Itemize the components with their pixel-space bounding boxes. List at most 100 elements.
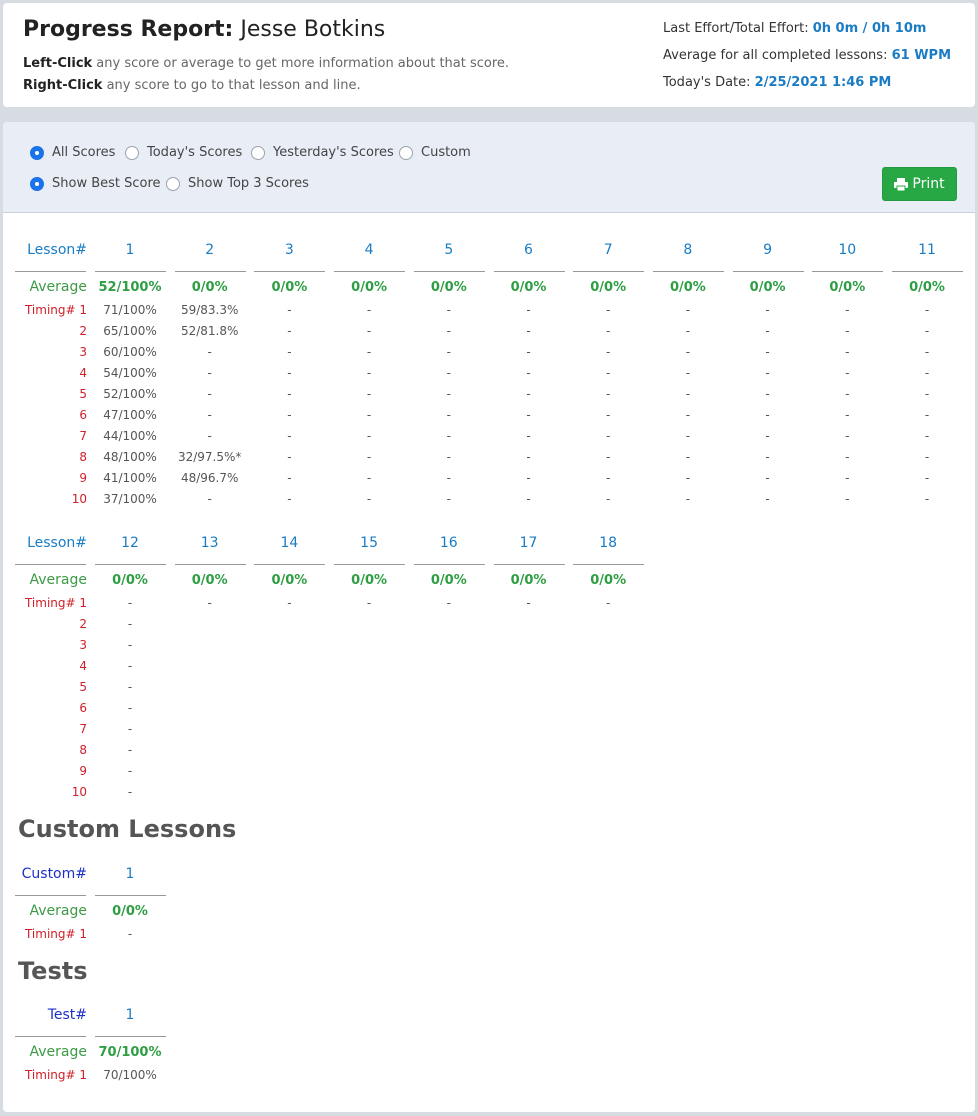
timing-score: - — [685, 408, 691, 422]
timing-score[interactable]: 32/97.5%* — [175, 450, 245, 464]
average-value[interactable]: 0/0% — [175, 280, 245, 295]
column-number[interactable]: 3 — [254, 242, 324, 258]
timing-score[interactable]: 44/100% — [95, 429, 165, 443]
average-value[interactable]: 0/0% — [95, 573, 165, 588]
average-value[interactable]: 0/0% — [573, 280, 643, 295]
timing-score[interactable]: 52/100% — [95, 387, 165, 401]
average-value[interactable]: 0/0% — [573, 573, 643, 588]
timing-score: - — [446, 408, 451, 422]
column-number[interactable]: 17 — [494, 535, 564, 551]
timing-score[interactable]: 70/100% — [95, 1068, 165, 1082]
column-number[interactable]: 2 — [175, 242, 245, 258]
timing-score: - — [606, 366, 611, 380]
label-underline — [15, 895, 86, 896]
timing-score[interactable]: 47/100% — [95, 408, 165, 422]
timing-score[interactable]: 48/96.7% — [175, 471, 245, 485]
column-number[interactable]: 7 — [573, 242, 643, 258]
print-button[interactable]: Print — [882, 167, 957, 201]
timing-score: - — [606, 492, 611, 506]
average-value[interactable]: 0/0% — [95, 904, 165, 919]
timing-row-label: 4 — [79, 659, 87, 673]
average-value[interactable]: 0/0% — [494, 573, 564, 588]
average-value[interactable]: 0/0% — [494, 280, 564, 295]
column-number[interactable]: 9 — [733, 242, 803, 258]
column-underline — [334, 564, 406, 565]
average-value[interactable]: 0/0% — [254, 280, 324, 295]
report-header: Progress Report: Jesse Botkins Left-Clic… — [3, 3, 975, 107]
timing-score: - — [446, 471, 451, 485]
radio-show-best-score[interactable]: Show Best Score — [30, 176, 161, 191]
timing-score: - — [606, 596, 611, 610]
timing-score: - — [845, 387, 850, 401]
timing-row-label: 7 — [79, 429, 87, 443]
column-number[interactable]: 14 — [254, 535, 324, 551]
timing-score[interactable]: 60/100% — [95, 345, 165, 359]
timing-score: - — [526, 471, 531, 485]
column-number[interactable]: 18 — [573, 535, 643, 551]
timing-score[interactable]: 41/100% — [95, 471, 165, 485]
average-value[interactable]: 52/100% — [95, 280, 165, 295]
column-number[interactable]: 10 — [812, 242, 882, 258]
column-number[interactable]: 13 — [175, 535, 245, 551]
timing-score: - — [207, 366, 212, 380]
right-click-hint: Right-Click any score to go to that less… — [23, 78, 361, 93]
timing-score: - — [765, 492, 770, 506]
column-number[interactable]: 8 — [653, 242, 723, 258]
average-value[interactable]: 0/0% — [733, 280, 803, 295]
column-number[interactable]: 11 — [892, 242, 962, 258]
average-value[interactable]: 0/0% — [334, 280, 404, 295]
timing-score[interactable]: 54/100% — [95, 366, 165, 380]
timing-score[interactable]: 65/100% — [95, 324, 165, 338]
timing-score: - — [765, 303, 770, 317]
print-label: Print — [912, 176, 945, 192]
average-value[interactable]: 70/100% — [95, 1045, 165, 1060]
column-number[interactable]: 4 — [334, 242, 404, 258]
timing-row-label: 10 — [71, 492, 87, 506]
column-number[interactable]: 5 — [414, 242, 484, 258]
average-value[interactable]: 0/0% — [812, 280, 882, 295]
average-value[interactable]: 0/0% — [414, 280, 484, 295]
timing-score[interactable]: 52/81.8% — [175, 324, 245, 338]
timing-score[interactable]: 59/83.3% — [175, 303, 245, 317]
timing-score: - — [446, 345, 451, 359]
timing-score[interactable]: 48/100% — [95, 450, 165, 464]
column-underline — [174, 564, 246, 565]
column-number[interactable]: 15 — [334, 535, 404, 551]
right-click-label: Right-Click — [23, 78, 103, 93]
radio-custom[interactable]: Custom — [399, 145, 471, 160]
column-underline — [812, 271, 884, 272]
radio-show-top-3[interactable]: Show Top 3 Scores — [166, 176, 309, 191]
column-number[interactable]: 1 — [95, 1007, 165, 1023]
average-value[interactable]: 0/0% — [334, 573, 404, 588]
average-value[interactable]: 0/0% — [175, 573, 245, 588]
timing-score: - — [685, 450, 691, 464]
timing-score: - — [685, 492, 691, 506]
timing-score: - — [924, 345, 930, 359]
column-number[interactable]: 16 — [414, 535, 484, 551]
timing-score: - — [685, 387, 691, 401]
radio-label: Yesterday's Scores — [273, 145, 394, 160]
timing-score[interactable]: 37/100% — [95, 492, 165, 506]
column-number[interactable]: 12 — [95, 535, 165, 551]
timing-score: - — [924, 303, 930, 317]
average-value[interactable]: 0/0% — [653, 280, 723, 295]
average-value[interactable]: 0/0% — [254, 573, 324, 588]
timing-score: - — [366, 596, 372, 610]
radio-todays-scores[interactable]: Today's Scores — [125, 145, 242, 160]
average-value[interactable]: 0/0% — [892, 280, 962, 295]
column-number[interactable]: 1 — [95, 242, 165, 258]
timing-score: - — [606, 471, 611, 485]
radio-all-scores[interactable]: All Scores — [30, 145, 115, 160]
timing-score[interactable]: 71/100% — [95, 303, 165, 317]
column-underline — [493, 564, 565, 565]
column-number[interactable]: 6 — [494, 242, 564, 258]
radio-dot-icon — [125, 145, 139, 160]
column-number[interactable]: 1 — [95, 866, 165, 882]
timing-row-label: 5 — [79, 387, 87, 401]
column-underline — [732, 271, 804, 272]
average-label: Average — [29, 279, 88, 295]
timing-score: - — [685, 366, 691, 380]
average-value[interactable]: 0/0% — [414, 573, 484, 588]
timing-score: - — [924, 429, 930, 443]
radio-yesterdays-scores[interactable]: Yesterday's Scores — [251, 145, 394, 160]
